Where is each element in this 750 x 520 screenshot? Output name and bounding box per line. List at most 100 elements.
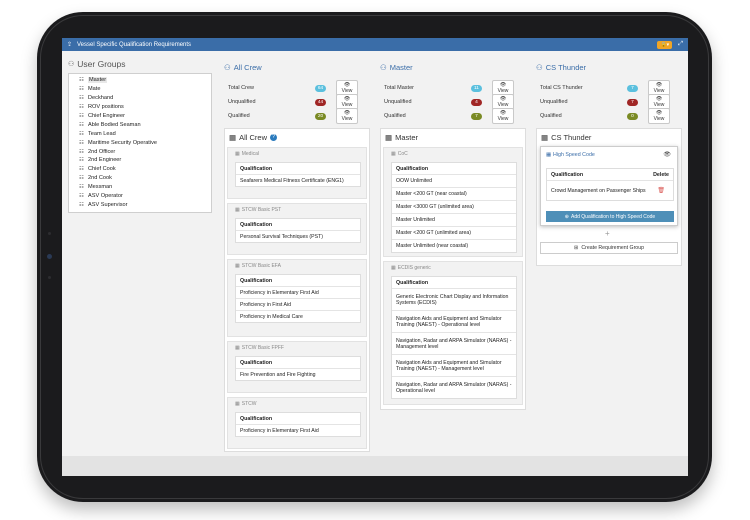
table-row: Crowd Management on Passenger Ships 🗑 xyxy=(547,180,673,200)
lock-button[interactable]: 🔒▾ xyxy=(657,40,673,49)
table-row[interactable]: Master Unlimited (near coastal) xyxy=(392,239,516,252)
user-group-item[interactable]: ☷ Messman xyxy=(79,183,211,192)
cs-thunder-heading: ⚇ CS Thunder xyxy=(536,63,587,72)
user-group-item[interactable]: ☷ Team Lead xyxy=(79,129,211,138)
stat-row-qualified: Qualified 0 👁 View xyxy=(540,108,670,124)
group-icon: ☷ xyxy=(79,130,84,137)
table-row[interactable]: Navigation Aids and Equipment and Simula… xyxy=(392,354,516,376)
grid-icon: ▦ xyxy=(391,151,396,157)
user-groups-title: User Groups xyxy=(77,59,126,69)
table-row[interactable]: Master <3000 GT (unlimited area) xyxy=(392,200,516,213)
user-group-item[interactable]: ☷ ROV positions xyxy=(79,103,211,112)
cs-thunder-panel: ▦ CS Thunder ▦ High Speed Code 👁 Qualifica… xyxy=(536,128,682,266)
qualification-table: Qualification Fire Prevention and Fire F… xyxy=(235,356,361,381)
stat-row-qualified: Qualified 20 👁 View xyxy=(228,108,358,124)
requirement-group: ▦ STCW Qualification Proficiency in Eleme… xyxy=(227,397,367,449)
requirement-group: ▦ ECDIS generic Qualification Generic Ele… xyxy=(383,261,523,405)
table-row[interactable]: Fire Prevention and Fire Fighting xyxy=(236,368,360,380)
count-badge: 4 xyxy=(471,98,482,106)
eye-icon[interactable]: 👁 xyxy=(663,151,671,158)
count-badge: 20 xyxy=(315,112,326,120)
user-group-item[interactable]: ☷ 2nd Officer xyxy=(79,147,211,156)
view-button[interactable]: 👁 View xyxy=(336,108,358,124)
table-header: Qualification xyxy=(396,279,429,286)
group-icon: ☷ xyxy=(79,175,84,182)
table-row[interactable]: Proficiency in First Aid xyxy=(236,298,360,310)
requirement-group: ▦ STCW Basic EFA Qualification Proficienc… xyxy=(227,259,367,337)
master-panel: ▦ Master ▦ CoC Qualification OOW Unlimited… xyxy=(380,128,526,410)
grid-icon: ▦ xyxy=(235,207,240,213)
camera-icon xyxy=(47,254,52,259)
count-badge: 0 xyxy=(627,112,638,120)
group-icon: ☷ xyxy=(79,86,84,93)
count-badge: 44 xyxy=(315,98,326,106)
table-row[interactable]: Navigation, Radar and ARPA Simulator (NA… xyxy=(392,332,516,354)
qualification-table: Qualification Personal Survival Techniqu… xyxy=(235,218,361,243)
sensor-dot xyxy=(48,232,51,235)
table-header: Qualification xyxy=(240,359,273,366)
requirement-group: ▦ STCW Basic PST Qualification Personal S… xyxy=(227,203,367,255)
user-group-item[interactable]: ☷ 2nd Engineer xyxy=(79,156,211,165)
group-icon: ☷ xyxy=(79,121,84,128)
all-crew-heading: ⚇ All Crew xyxy=(224,63,262,72)
help-icon[interactable]: ? xyxy=(270,134,278,141)
grid-icon: ▦ xyxy=(235,401,240,407)
requirement-group: ▦ CoC Qualification OOW Unlimited Master … xyxy=(383,147,523,257)
grid-icon: ▦ xyxy=(235,263,240,269)
table-row[interactable]: OOW Unlimited xyxy=(392,174,516,187)
qualification-table: Qualification Generic Electronic Chart D… xyxy=(391,276,517,399)
user-group-item[interactable]: ☷ Chief Cook xyxy=(79,165,211,174)
qualification-table: Qualification Delete Crowd Management on… xyxy=(546,168,674,201)
user-group-item[interactable]: ☷ ASV Operator xyxy=(79,192,211,201)
table-header: Qualification xyxy=(240,277,273,284)
panel-title: ▦ Master xyxy=(385,133,419,142)
user-group-item[interactable]: ☷ Mate xyxy=(79,85,211,94)
user-group-item[interactable]: ☷ Maritime Security Operative xyxy=(79,138,211,147)
user-group-item[interactable]: ☷ Master xyxy=(79,76,211,85)
grid-icon: ▦ xyxy=(235,151,240,157)
table-row[interactable]: Proficiency in Medical Care xyxy=(236,310,360,322)
group-icon: ☷ xyxy=(79,193,84,200)
add-qualification-button[interactable]: ⊕ Add Qualification to High Speed Code xyxy=(546,211,674,222)
table-row[interactable]: Navigation, Radar and ARPA Simulator (NA… xyxy=(392,376,516,398)
view-button[interactable]: 👁 View xyxy=(492,108,514,124)
window-title: Vessel Specific Qualification Requiremen… xyxy=(77,41,192,48)
count-badge: 64 xyxy=(315,84,326,92)
sensor-dot xyxy=(48,276,51,279)
expand-icon[interactable]: ⤢ xyxy=(678,41,683,48)
group-icon: ☷ xyxy=(79,148,84,155)
table-row[interactable]: Navigation Aids and Equipment and Simula… xyxy=(392,310,516,332)
group-icon: ☷ xyxy=(79,77,84,84)
table-row[interactable]: Master Unlimited xyxy=(392,213,516,226)
table-row[interactable]: Master <200 GT (near coastal) xyxy=(392,187,516,200)
group-icon: ☷ xyxy=(79,104,84,111)
table-header: Qualification xyxy=(240,165,273,172)
table-row[interactable]: Generic Electronic Chart Display and Inf… xyxy=(392,288,516,310)
user-group-item[interactable]: ☷ Deckhand xyxy=(79,94,211,103)
panel-title: ▦ CS Thunder xyxy=(541,133,592,142)
view-button[interactable]: 👁 View xyxy=(648,108,670,124)
table-row[interactable]: Seafarers Medical Fitness Certificate (E… xyxy=(236,174,360,186)
group-icon: ☷ xyxy=(79,184,84,191)
qualification-table: Qualification OOW Unlimited Master <200 … xyxy=(391,162,517,253)
user-group-item[interactable]: ☷ Chief Engineer xyxy=(79,112,211,121)
table-header: Qualification xyxy=(240,221,273,228)
grid-icon: ▦ xyxy=(546,152,552,158)
plus-icon[interactable]: + xyxy=(605,229,610,238)
user-group-item[interactable]: ☷ Able Bodied Seaman xyxy=(79,120,211,129)
table-header: Qualification xyxy=(396,165,429,172)
table-header: Qualification Delete xyxy=(551,171,669,178)
table-row[interactable]: Proficiency in Elementary First Aid xyxy=(236,286,360,298)
user-group-item[interactable]: ☷ ASV Supervisor xyxy=(79,200,211,209)
group-icon: ☷ xyxy=(79,95,84,102)
qualification-table: Qualification Proficiency in Elementary … xyxy=(235,412,361,437)
user-group-item[interactable]: ☷ 2nd Cook xyxy=(79,174,211,183)
trash-icon[interactable]: 🗑 xyxy=(657,187,665,194)
table-row[interactable]: Master <200 GT (unlimited area) xyxy=(392,226,516,239)
stat-row-qualified: Qualified 7 👁 View xyxy=(384,108,514,124)
app-screen: ⇪ Vessel Specific Qualification Requirem… xyxy=(62,38,688,476)
table-row[interactable]: Personal Survival Techniques (PST) xyxy=(236,230,360,242)
create-requirement-group-button[interactable]: ⊞ Create Requirement Group xyxy=(540,242,678,254)
table-row[interactable]: Proficiency in Elementary First Aid xyxy=(236,424,360,436)
qualification-table: Qualification Seafarers Medical Fitness … xyxy=(235,162,361,187)
